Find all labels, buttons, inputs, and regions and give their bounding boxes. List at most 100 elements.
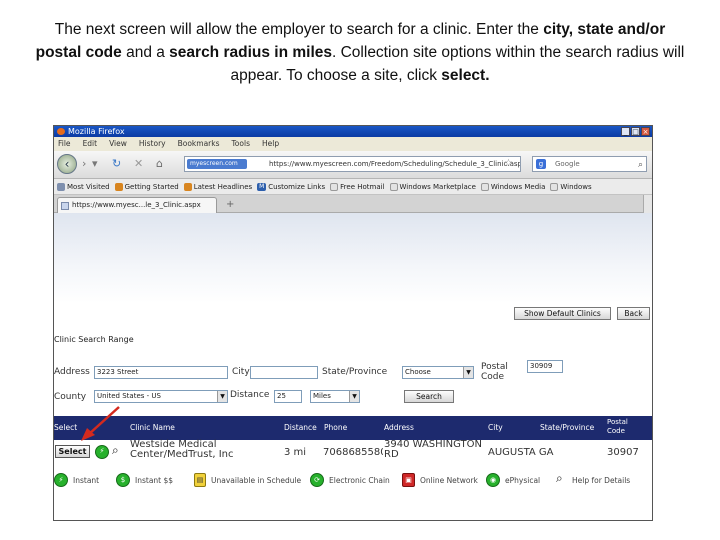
country-select-value: United States - US	[97, 392, 161, 400]
icon-legend: ⚡ Instant $ Instant $$ ▤ Unavailable in …	[54, 470, 652, 490]
bookmark-customize-links[interactable]: M Customize Links	[257, 179, 325, 194]
back-arrow-icon[interactable]: ‹	[57, 154, 77, 174]
state-select-value: Choose	[405, 368, 431, 376]
show-default-clinics-button[interactable]: Show Default Clinics	[514, 307, 611, 320]
bookmark-getting-started[interactable]: Getting Started	[114, 179, 179, 194]
instruction-caption: The next screen will allow the employer …	[30, 18, 690, 87]
menu-help[interactable]: Help	[262, 137, 279, 151]
bookmark-windows-media[interactable]: Windows Media	[480, 179, 545, 194]
firefox-icon	[57, 128, 65, 135]
url-bar[interactable]: myescreen.com https://www.myescreen.com/…	[184, 156, 521, 172]
menu-bookmarks[interactable]: Bookmarks	[178, 137, 220, 151]
bookmark-windows[interactable]: Windows	[550, 179, 592, 194]
legend-electronic-chain: Electronic Chain	[329, 476, 390, 485]
page-icon	[330, 182, 339, 191]
minimize-icon[interactable]: _	[621, 127, 630, 136]
city-label: City	[232, 367, 250, 377]
city-input[interactable]	[250, 366, 318, 379]
home-icon[interactable]: ⌂	[156, 158, 163, 170]
maximize-icon[interactable]: □	[631, 127, 640, 136]
reload-icon[interactable]: ↻	[112, 158, 121, 170]
close-icon[interactable]: ×	[641, 127, 650, 136]
distance-unit-value: Miles	[313, 392, 331, 400]
google-engine-icon[interactable]: g	[536, 159, 546, 169]
clinic-name-cell[interactable]: Westside Medical Center/MedTrust, Inc	[130, 440, 280, 460]
header-distance: Distance	[284, 423, 317, 432]
online-network-icon: ▣	[402, 473, 415, 487]
bookmark-star-icon[interactable]: ☆	[504, 158, 513, 169]
menu-tools[interactable]: Tools	[232, 137, 250, 151]
page-favicon-icon	[61, 202, 69, 210]
menu-history[interactable]: History	[139, 137, 166, 151]
magnifier-help-icon: ⌕	[556, 471, 563, 485]
postal-code-cell: 30907	[607, 447, 639, 458]
menu-view[interactable]: View	[109, 137, 127, 151]
search-icon[interactable]: ⌕	[638, 158, 643, 172]
distance-label: Distance	[230, 390, 270, 400]
back-button[interactable]: Back	[617, 307, 650, 320]
instant-icon: ⚡	[95, 445, 109, 459]
clinic-search-range-title: Clinic Search Range	[54, 335, 134, 344]
header-address: Address	[384, 423, 414, 432]
ephysical-icon: ◉	[486, 473, 500, 487]
window-titlebar: Mozilla Firefox _ □ ×	[54, 126, 652, 137]
bookmark-most-visited[interactable]: Most Visited	[57, 179, 110, 194]
web-search-input[interactable]: g Google ⌕	[532, 156, 647, 172]
firefox-bookmark-icon	[114, 182, 123, 191]
unavailable-schedule-icon: ▤	[194, 473, 206, 487]
header-postal-code: Postal Code	[607, 418, 628, 435]
stop-icon[interactable]: ✕	[134, 158, 143, 170]
chevron-down-icon[interactable]: ▼	[463, 367, 473, 378]
navigation-toolbar: ‹ › ▾ ↻ ✕ ⌂ myescreen.com https://www.my…	[54, 151, 652, 179]
site-identity-badge[interactable]: myescreen.com	[187, 159, 247, 169]
bookmark-windows-marketplace[interactable]: Windows Marketplace	[389, 179, 476, 194]
chevron-down-icon[interactable]: ▼	[349, 391, 359, 402]
page-banner	[54, 213, 652, 303]
arrow-shaft	[88, 406, 120, 435]
page-icon	[389, 182, 398, 191]
window-controls: _ □ ×	[621, 127, 650, 136]
tab-title: https://www.myesc...le_3_Clinic.aspx	[72, 201, 201, 209]
scrollbar[interactable]	[643, 195, 652, 213]
distance-input[interactable]: 25	[274, 390, 302, 403]
caption-text-1: The next screen will allow the employer …	[54, 21, 544, 38]
country-select[interactable]: United States - US ▼	[94, 390, 228, 403]
bookmark-folder-icon	[57, 182, 65, 191]
address-input[interactable]: 3223 Street	[94, 366, 228, 379]
header-state: State/Province	[540, 423, 595, 432]
legend-help-details: Help for Details	[572, 476, 631, 485]
chevron-down-icon[interactable]: ▼	[217, 391, 227, 402]
state-select[interactable]: Choose ▼	[402, 366, 474, 379]
new-tab-icon[interactable]: +	[226, 199, 234, 210]
distance-unit-select[interactable]: Miles ▼	[310, 390, 360, 403]
electronic-chain-icon: ⟳	[310, 473, 324, 487]
browser-screenshot: Mozilla Firefox _ □ × File Edit View His…	[53, 125, 653, 521]
menu-edit[interactable]: Edit	[83, 137, 98, 151]
results-header: Select Clinic Name Distance Phone Addres…	[54, 416, 652, 440]
header-select: Select	[54, 423, 78, 432]
menu-bar: File Edit View History Bookmarks Tools H…	[54, 137, 652, 151]
tab-clinic-page[interactable]: https://www.myesc...le_3_Clinic.aspx	[57, 197, 217, 213]
postal-code-input[interactable]: 30909	[527, 360, 563, 373]
table-row: Select ⚡ ⌕ Westside Medical Center/MedTr…	[54, 440, 652, 470]
legend-ephysical: ePhysical	[505, 476, 541, 485]
url-text: https://www.myescreen.com/Freedom/Schedu…	[269, 160, 521, 168]
legend-unavailable: Unavailable in Schedule	[211, 476, 302, 485]
city-cell: AUGUSTA GA	[488, 447, 554, 458]
address-cell: 3940 WASHINGTON RD	[384, 439, 482, 460]
caption-text-2: and a	[121, 44, 170, 61]
bookmark-latest-headlines[interactable]: Latest Headlines	[183, 179, 252, 194]
bookmark-free-hotmail[interactable]: Free Hotmail	[330, 179, 385, 194]
window-title: Mozilla Firefox	[68, 127, 125, 136]
magnifier-details-icon[interactable]: ⌕	[112, 444, 119, 456]
legend-instant: Instant	[73, 476, 100, 485]
menu-file[interactable]: File	[58, 137, 71, 151]
select-clinic-button[interactable]: Select	[55, 445, 90, 458]
header-phone: Phone	[324, 423, 348, 432]
forward-arrow-icon[interactable]: ›	[82, 158, 86, 170]
history-dropdown-icon[interactable]: ▾	[92, 158, 98, 170]
rss-icon	[183, 182, 192, 191]
legend-online-network: Online Network	[420, 476, 478, 485]
page-icon	[480, 182, 489, 191]
search-button[interactable]: Search	[404, 390, 454, 403]
